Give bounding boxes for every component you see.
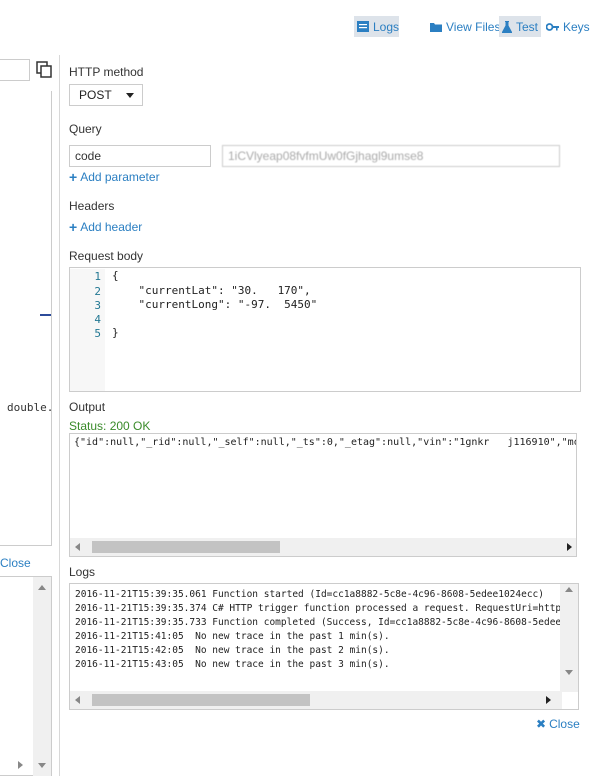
scroll-down-arrow-icon[interactable] (38, 763, 46, 768)
log-line: 2016-11-21T15:39:35.733 Function complet… (75, 617, 579, 628)
headers-label: Headers (69, 199, 115, 213)
output-text: {"id":null,"_rid":null,"_self":null,"_ts… (74, 437, 577, 448)
left-code-fragment: double. (7, 401, 54, 414)
view-files-button[interactable]: View Files (427, 16, 503, 37)
status-text: Status: 200 OK (69, 419, 151, 433)
line-number: 5 (94, 327, 101, 340)
left-panel: double. Close (0, 55, 60, 776)
scroll-right-arrow-icon[interactable] (567, 543, 572, 551)
copy-icon[interactable] (36, 61, 52, 81)
logs-section-label: Logs (69, 565, 96, 579)
add-parameter-link[interactable]: + Add parameter (69, 169, 160, 185)
line-number: 1 (94, 270, 101, 283)
folder-icon (430, 22, 442, 32)
plus-icon: + (69, 219, 78, 235)
close-icon: ✖ (536, 717, 547, 731)
left-close-link[interactable]: Close (0, 556, 31, 570)
toolbar: Logs View Files Test Keys (0, 0, 600, 55)
log-line: 2016-11-21T15:42:05 No new trace in the … (75, 645, 390, 656)
left-code-editor[interactable] (0, 91, 52, 546)
scroll-up-arrow-icon[interactable] (38, 585, 46, 590)
log-line: 2016-11-21T15:41:05 No new trace in the … (75, 631, 390, 642)
scroll-left-arrow-icon[interactable] (75, 696, 80, 704)
scroll-thumb[interactable] (92, 694, 310, 706)
left-input[interactable] (0, 59, 30, 81)
logs-box: 2016-11-21T15:39:35.061 Function started… (69, 583, 579, 710)
line-number: 2 (94, 285, 101, 298)
flask-icon (502, 20, 512, 33)
output-box: {"id":null,"_rid":null,"_self":null,"_ts… (69, 433, 577, 557)
add-header-link[interactable]: + Add header (69, 219, 142, 235)
log-line: 2016-11-21T15:39:35.374 C# HTTP trigger … (75, 603, 579, 614)
line-number: 3 (94, 299, 101, 312)
test-label: Test (516, 19, 539, 34)
http-method-label: HTTP method (69, 65, 144, 79)
log-line: 2016-11-21T15:43:05 No new trace in the … (75, 659, 390, 670)
close-button[interactable]: ✖ Close (536, 717, 580, 731)
logs-icon (357, 21, 369, 32)
chevron-down-icon (126, 93, 134, 98)
code-line: "currentLong": "-97. 5450" (112, 298, 318, 311)
scroll-left-arrow-icon[interactable] (75, 543, 80, 551)
left-vertical-scrollbar[interactable] (33, 577, 51, 776)
view-files-label: View Files (446, 19, 501, 34)
query-label: Query (69, 122, 102, 136)
add-parameter-label: Add parameter (80, 170, 160, 184)
http-method-value: POST (79, 88, 112, 102)
code-line: } (112, 326, 119, 339)
scroll-thumb[interactable] (92, 541, 280, 553)
output-label: Output (69, 400, 106, 414)
logs-vertical-scrollbar[interactable] (560, 584, 578, 692)
logs-label: Logs (373, 19, 400, 34)
left-divider (40, 314, 51, 316)
plus-icon: + (69, 169, 78, 185)
keys-button[interactable]: Keys (543, 16, 593, 37)
close-label: Close (549, 717, 580, 731)
logs-button[interactable]: Logs (354, 16, 399, 37)
scroll-right-arrow-icon[interactable] (546, 696, 551, 704)
request-body-label: Request body (69, 249, 144, 263)
left-scroll-right-arrow-icon[interactable] (18, 761, 23, 769)
code-line: { (112, 269, 119, 282)
left-logs-box (0, 576, 52, 776)
query-param-value-input[interactable]: 1iCVlyeap08fvfmUw0fGjhagl9umse8 (222, 145, 560, 167)
line-number: 4 (94, 313, 101, 326)
query-param-name-input[interactable]: code (69, 145, 211, 167)
key-icon (546, 22, 559, 32)
request-body-editor[interactable]: 1 2 3 4 5 { "currentLat": "30. 170", "cu… (69, 267, 581, 392)
logs-horizontal-scrollbar[interactable] (70, 691, 562, 709)
add-header-label: Add header (80, 220, 143, 234)
log-line: 2016-11-21T15:39:35.061 Function started… (75, 589, 544, 600)
line-number-gutter: 1 2 3 4 5 (70, 269, 105, 391)
test-panel: HTTP method POST Query code 1iCVlyeap08f… (61, 55, 600, 776)
keys-label: Keys (563, 19, 590, 34)
scroll-up-arrow-icon[interactable] (565, 587, 573, 592)
scroll-down-arrow-icon[interactable] (565, 670, 573, 675)
http-method-select[interactable]: POST (69, 84, 143, 106)
output-horizontal-scrollbar[interactable] (70, 538, 576, 556)
code-line: "currentLat": "30. 170", (112, 284, 311, 297)
test-button[interactable]: Test (499, 16, 542, 37)
